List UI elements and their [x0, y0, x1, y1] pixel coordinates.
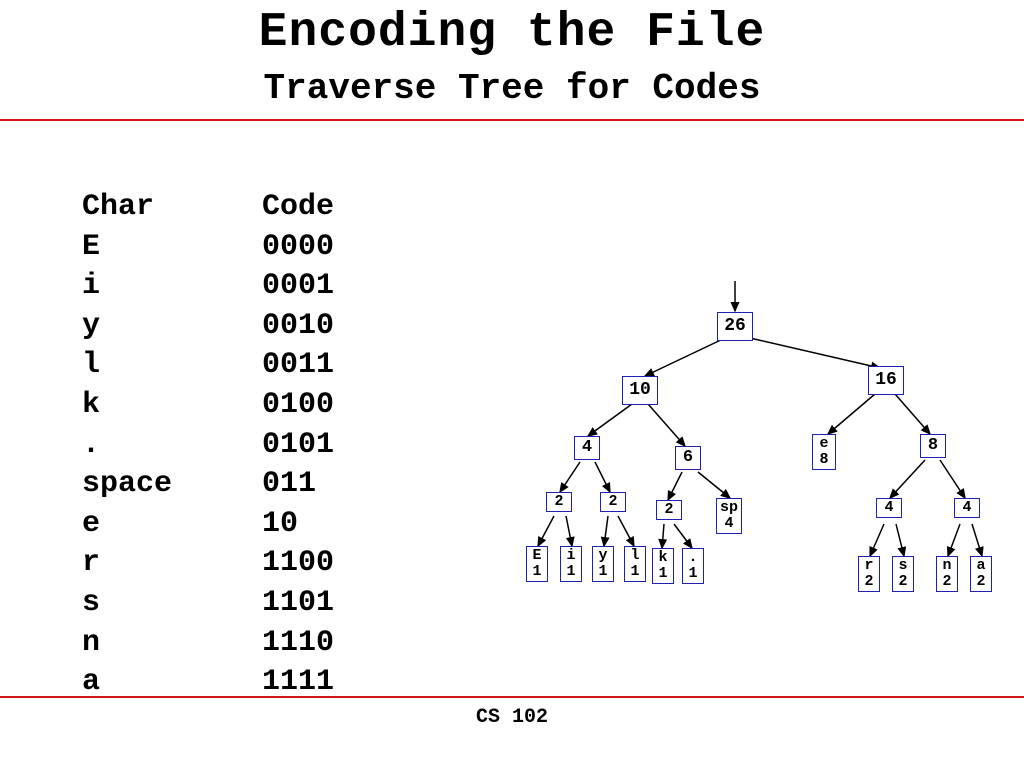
leaf-freq: 1 [656, 566, 670, 582]
cell-char: k [82, 386, 262, 426]
cell-code: 0100 [262, 386, 334, 426]
leaf-char: . [686, 550, 700, 566]
node-10: 10 [622, 376, 658, 405]
table-row: y0010 [82, 307, 334, 347]
node-4c: 4 [954, 498, 980, 518]
cell-char: E [82, 228, 262, 268]
leaf-k: k1 [652, 548, 674, 584]
th-code: Code [262, 188, 334, 228]
leaf-char: sp [720, 500, 738, 516]
leaf-r: r2 [858, 556, 880, 592]
tree-edges [510, 276, 1010, 696]
leaf-l: l1 [624, 546, 646, 582]
cell-code: 0101 [262, 426, 334, 466]
table-row: n1110 [82, 624, 334, 664]
leaf-freq: 2 [974, 574, 988, 590]
leaf-char: s [896, 558, 910, 574]
leaf-a: a2 [970, 556, 992, 592]
node-4-left: 4 [574, 436, 600, 460]
cell-char: y [82, 307, 262, 347]
leaf-char: i [564, 548, 578, 564]
leaf-sp: sp 4 [716, 498, 742, 534]
leaf-char: n [940, 558, 954, 574]
leaf-freq: 2 [940, 574, 954, 590]
node-4b: 4 [876, 498, 902, 518]
leaf-freq: 1 [530, 564, 544, 580]
cell-char: . [82, 426, 262, 466]
leaf-char: e [816, 436, 832, 452]
table-row: k0100 [82, 386, 334, 426]
node-2a: 2 [546, 492, 572, 512]
footer-course: CS 102 [0, 706, 1024, 729]
th-char: Char [82, 188, 262, 228]
table-row: space011 [82, 465, 334, 505]
cell-code: 011 [262, 465, 316, 505]
leaf-char: r [862, 558, 876, 574]
leaf-freq: 1 [596, 564, 610, 580]
slide-subtitle: Traverse Tree for Codes [0, 68, 1024, 109]
cell-code: 0011 [262, 346, 334, 386]
cell-code: 0000 [262, 228, 334, 268]
content-area: Char Code E0000 i0001 y0010 l0011 k0100 … [0, 176, 1024, 696]
cell-char: e [82, 505, 262, 545]
cell-char: i [82, 267, 262, 307]
cell-code: 0010 [262, 307, 334, 347]
cell-char: s [82, 584, 262, 624]
table-row: s1101 [82, 584, 334, 624]
node-16: 16 [868, 366, 904, 395]
leaf-e: e 8 [812, 434, 836, 470]
leaf-freq: 2 [862, 574, 876, 590]
leaf-freq: 2 [896, 574, 910, 590]
leaf-n: n2 [936, 556, 958, 592]
leaf-freq: 8 [816, 452, 832, 468]
code-table: Char Code E0000 i0001 y0010 l0011 k0100 … [82, 188, 334, 703]
leaf-s: s2 [892, 556, 914, 592]
leaf-E: E1 [526, 546, 548, 582]
table-row: E0000 [82, 228, 334, 268]
slide-title: Encoding the File [0, 6, 1024, 60]
node-2c: 2 [656, 500, 682, 520]
table-row: l0011 [82, 346, 334, 386]
cell-code: 1110 [262, 624, 334, 664]
huffman-tree: 26 10 16 4 6 e 8 8 2 2 2 sp 4 4 4 E1 i1 … [510, 276, 1010, 696]
leaf-char: l [628, 548, 642, 564]
cell-char: space [82, 465, 262, 505]
cell-char: r [82, 544, 262, 584]
divider-top [0, 119, 1024, 121]
leaf-char: k [656, 550, 670, 566]
table-row: r1100 [82, 544, 334, 584]
leaf-freq: 1 [564, 564, 578, 580]
node-6: 6 [675, 446, 701, 470]
leaf-char: E [530, 548, 544, 564]
table-row: i0001 [82, 267, 334, 307]
node-8: 8 [920, 434, 946, 458]
leaf-dot: .1 [682, 548, 704, 584]
cell-code: 10 [262, 505, 298, 545]
cell-code: 1100 [262, 544, 334, 584]
leaf-y: y1 [592, 546, 614, 582]
cell-char: n [82, 624, 262, 664]
cell-code: 1101 [262, 584, 334, 624]
cell-char: l [82, 346, 262, 386]
table-row: .0101 [82, 426, 334, 466]
leaf-i: i1 [560, 546, 582, 582]
cell-code: 0001 [262, 267, 334, 307]
leaf-char: y [596, 548, 610, 564]
node-root: 26 [717, 312, 753, 341]
leaf-char: a [974, 558, 988, 574]
leaf-freq: 4 [720, 516, 738, 532]
leaf-freq: 1 [628, 564, 642, 580]
table-header: Char Code [82, 188, 334, 228]
node-2b: 2 [600, 492, 626, 512]
divider-bottom [0, 696, 1024, 698]
leaf-freq: 1 [686, 566, 700, 582]
table-row: e10 [82, 505, 334, 545]
